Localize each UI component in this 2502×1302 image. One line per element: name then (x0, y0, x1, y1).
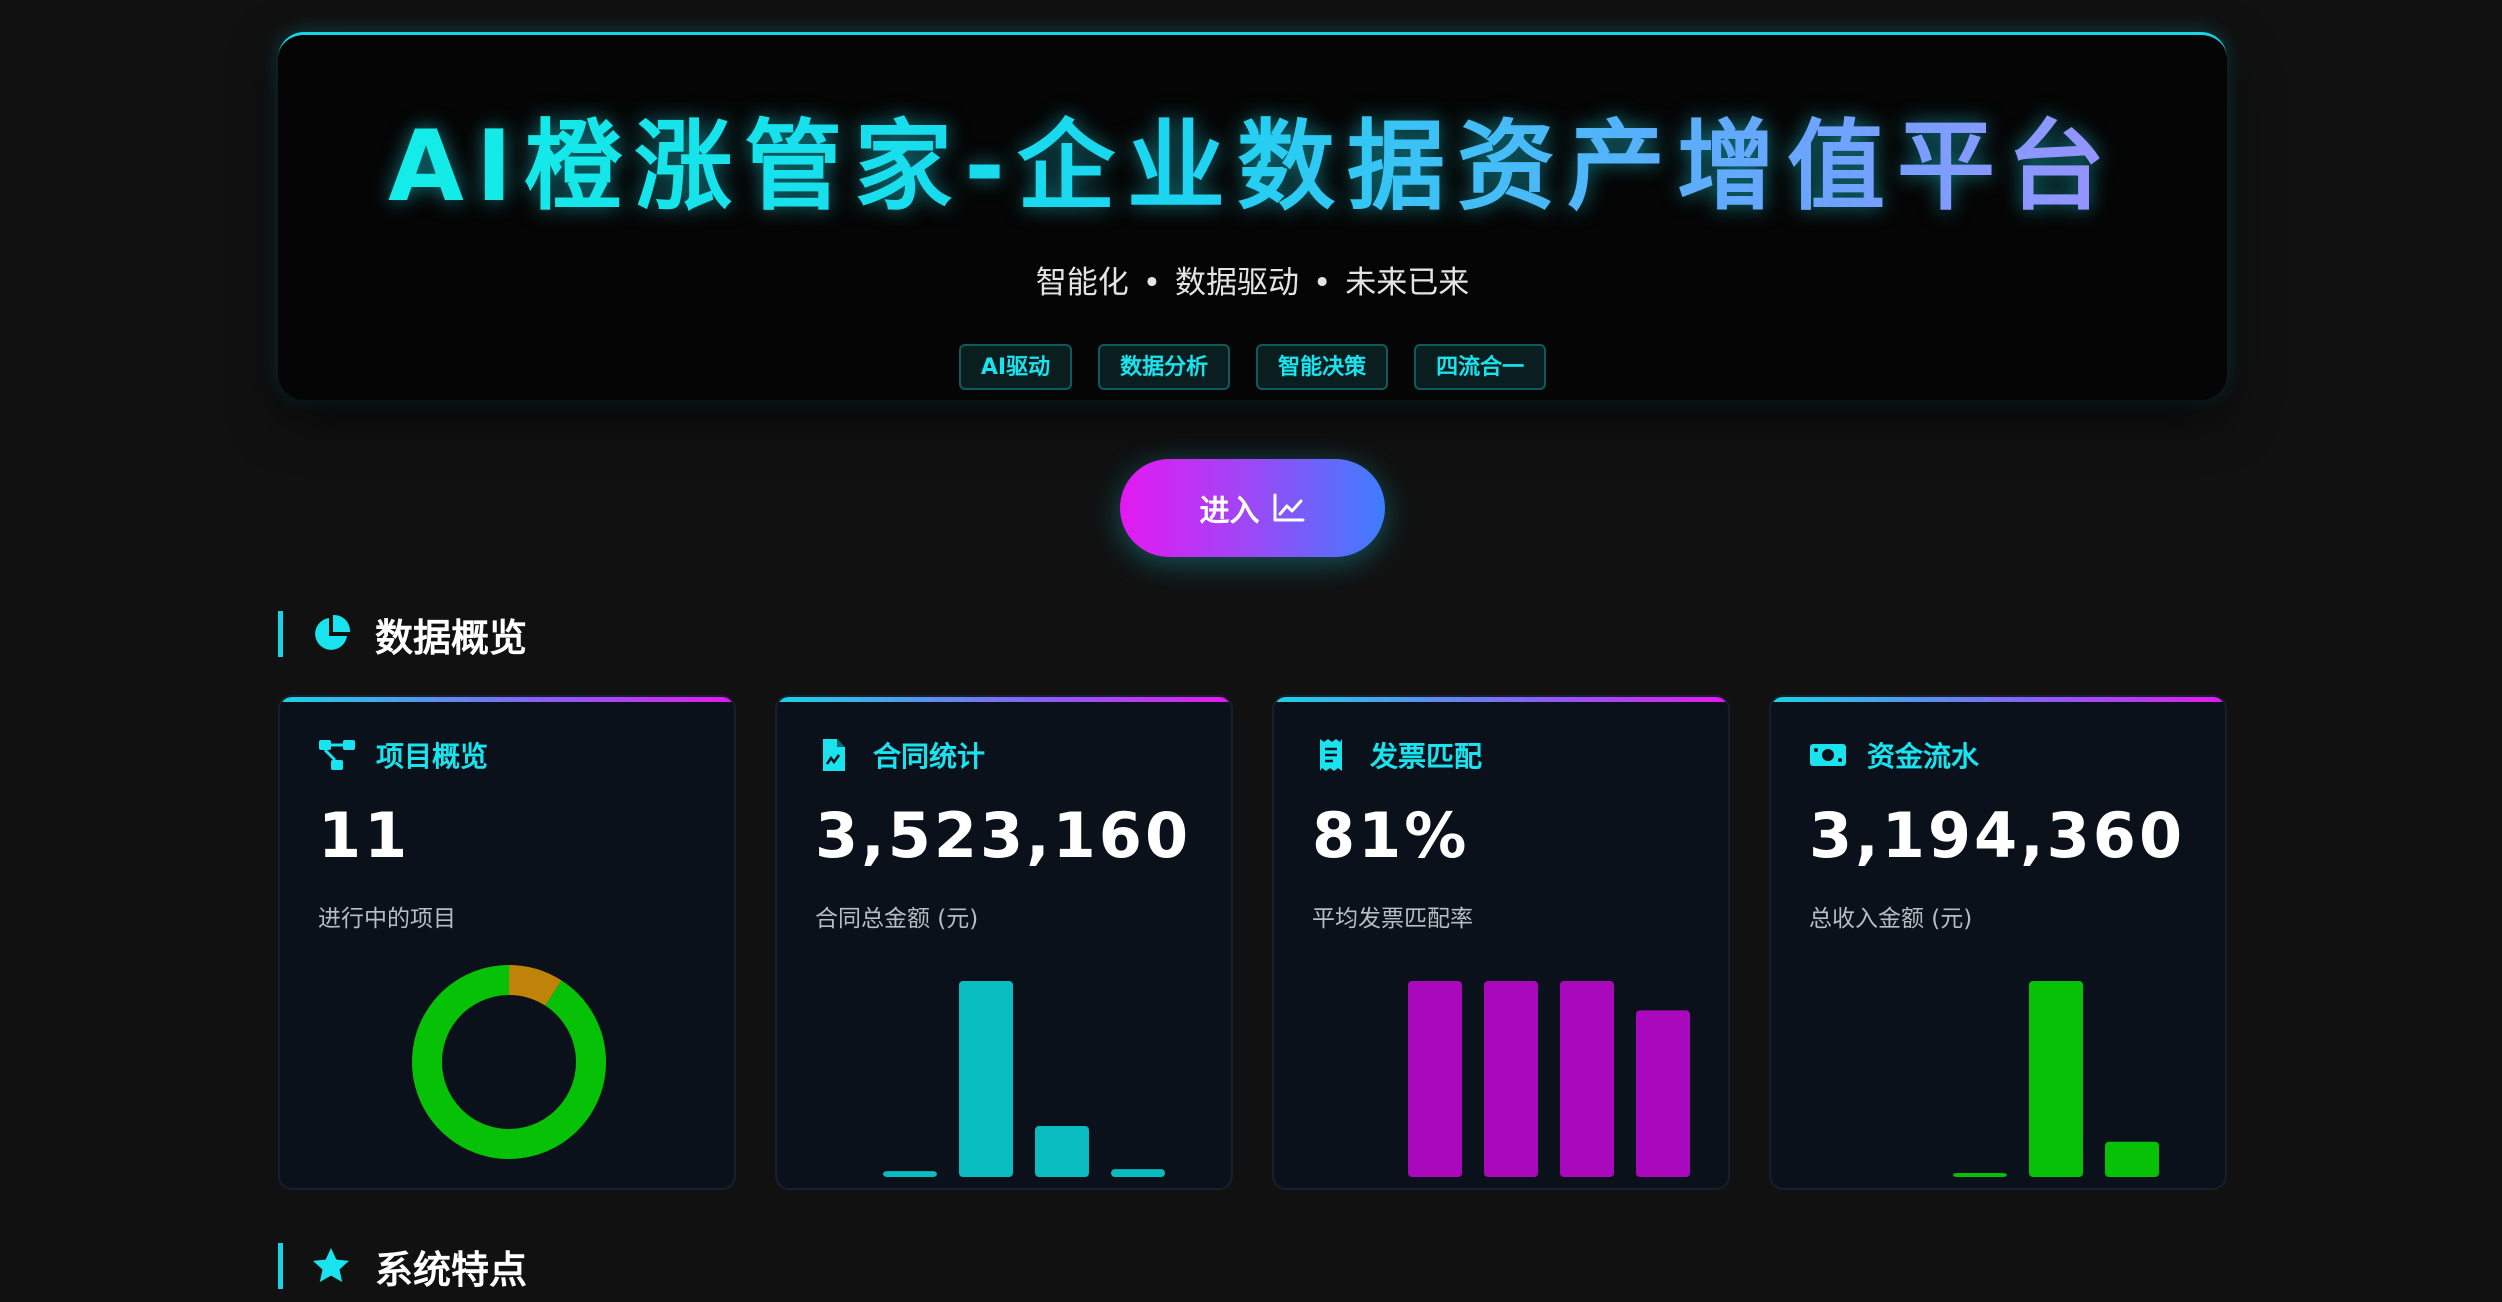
card-cash-flow[interactable]: 资金流水 3,194,360 总收入金额 (元) (1769, 695, 2227, 1190)
enter-button-label: 进入 (1199, 494, 1260, 529)
card-description: 进行中的项目 (318, 906, 456, 932)
enter-button[interactable]: 进入 (1120, 459, 1385, 557)
section-title-overview: 数据概览 (375, 615, 528, 660)
card-title: 发票匹配 (1370, 740, 1483, 773)
hero-banner: AI橙涨管家-企业数据资产增值平台 智能化 • 数据驱动 • 未来已来 AI驱动 数据分… (278, 32, 2227, 400)
card-header: 发票匹配 (1312, 735, 1482, 775)
hero-subtitle: 智能化 • 数据驱动 • 未来已来 (278, 257, 2227, 302)
chart-bar (1953, 1173, 2007, 1177)
line-chart-icon (1273, 493, 1304, 522)
card-description: 平均发票匹配率 (1312, 906, 1473, 932)
chart-bar (959, 981, 1013, 1177)
chart-bar (2029, 981, 2083, 1177)
chart-bar (1035, 1126, 1089, 1177)
subtitle-part: 智能化 (1035, 265, 1129, 301)
section-accent-bar (278, 611, 283, 657)
contract-file-icon (823, 739, 845, 771)
card-value: 81% (1312, 799, 1470, 872)
page-title: AI橙涨管家-企业数据资产增值平台 (278, 87, 2227, 229)
tag-ai-driven: AI驱动 (958, 344, 1073, 390)
chart-bar (1484, 981, 1538, 1177)
card-description: 总收入金额 (元) (1809, 906, 1973, 932)
card-header: 合同统计 (815, 735, 985, 775)
card-header: 资金流水 (1809, 735, 1979, 775)
contract-bar-chart (883, 981, 1165, 1177)
project-diagram-icon (319, 740, 355, 770)
subtitle-part: 未来已来 (1345, 265, 1470, 301)
chart-bar (1111, 1169, 1165, 1177)
card-title: 合同统计 (873, 740, 986, 773)
tag-four-flows: 四流合一 (1414, 344, 1547, 390)
pie-chart-icon (315, 614, 351, 650)
tag-smart-decision: 智能决策 (1256, 344, 1389, 390)
chart-bar (1636, 1010, 1690, 1177)
section-title-features: 系统特点 (375, 1247, 528, 1292)
cashflow-bar-chart (1953, 981, 2159, 1177)
subtitle-separator: • (1313, 265, 1332, 301)
chart-bar (1408, 981, 1462, 1177)
tag-data-analysis: 数据分析 (1098, 344, 1231, 390)
card-description: 合同总金额 (元) (815, 906, 979, 932)
card-contract-stats[interactable]: 合同统计 3,523,160 合同总金额 (元) (775, 695, 1233, 1190)
money-bill-icon (1810, 744, 1846, 766)
subtitle-separator: • (1142, 265, 1161, 301)
card-header: 项目概览 (318, 735, 488, 775)
donut-slice (508, 965, 562, 1006)
page: AI橙涨管家-企业数据资产增值平台 智能化 • 数据驱动 • 未来已来 AI驱动 数据分… (0, 0, 2502, 1302)
card-project-overview[interactable]: 项目概览 11 进行中的项目 (278, 695, 736, 1190)
project-donut-chart (412, 965, 606, 1159)
hero-tags: AI驱动 数据分析 智能决策 四流合一 (278, 344, 2227, 390)
section-accent-bar (278, 1243, 283, 1289)
card-value: 11 (318, 799, 411, 872)
chart-bar (883, 1171, 937, 1177)
section-header-overview: 数据概览 (278, 611, 527, 660)
chart-bar (2105, 1141, 2159, 1177)
chart-bar (1560, 981, 1614, 1177)
card-value: 3,194,360 (1809, 799, 2186, 872)
card-title: 资金流水 (1867, 740, 1980, 773)
section-header-features: 系统特点 (278, 1243, 527, 1292)
receipt-icon (1320, 739, 1342, 771)
card-invoice-match[interactable]: 发票匹配 81% 平均发票匹配率 (1272, 695, 1730, 1190)
subtitle-part: 数据驱动 (1175, 265, 1299, 301)
donut-slice (412, 965, 606, 1159)
card-value: 3,523,160 (815, 799, 1192, 872)
invoice-bar-chart (1408, 981, 1690, 1177)
card-title: 项目概览 (376, 740, 489, 773)
star-icon (313, 1248, 349, 1282)
